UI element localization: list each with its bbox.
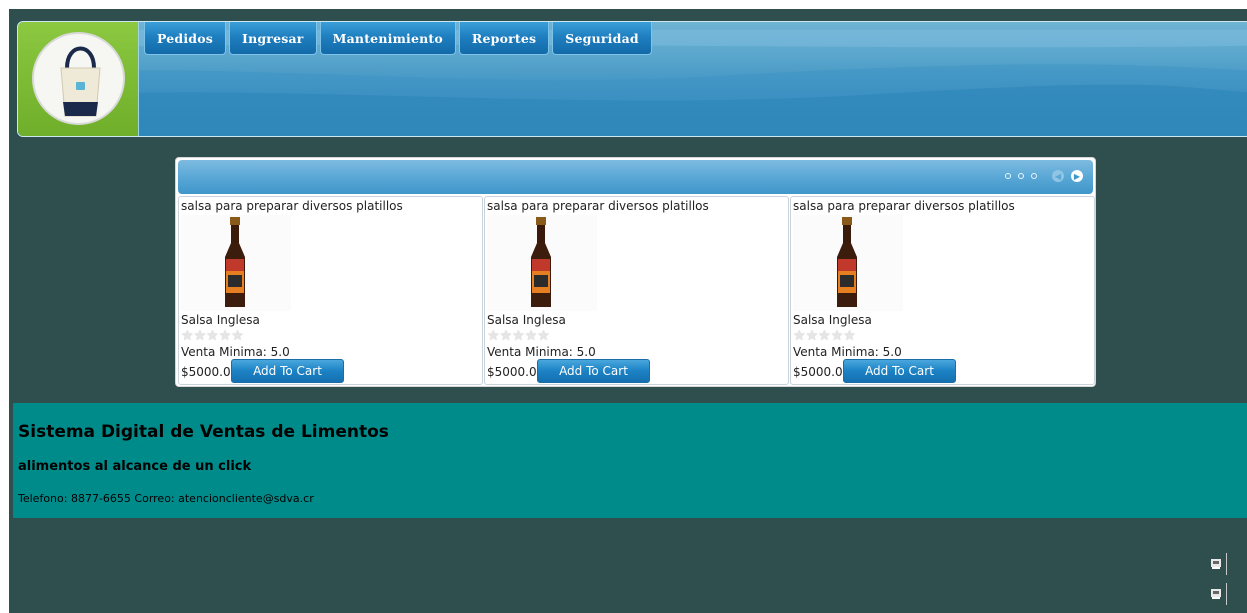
add-to-cart-button[interactable]: Add To Cart — [537, 359, 650, 383]
main-nav: Pedidos Ingresar Mantenimiento Reportes … — [144, 22, 652, 55]
pager-dot[interactable] — [1005, 173, 1011, 179]
star-icon[interactable]: ★ — [181, 329, 194, 343]
logo-panel — [18, 22, 139, 136]
rating-stars[interactable]: ★ ★ ★ ★ ★ — [487, 329, 550, 343]
product-card: salsa para preparar diversos platillos S… — [790, 196, 1095, 385]
minimum-sale: Venta Minima: 5.0 — [487, 345, 596, 359]
sauce-bottle-icon[interactable] — [181, 215, 291, 311]
minimum-sale: Venta Minima: 5.0 — [181, 345, 290, 359]
nav-item-mantenimiento[interactable]: Mantenimiento — [319, 22, 456, 55]
star-icon[interactable]: ★ — [512, 329, 525, 343]
star-icon[interactable]: ★ — [831, 329, 844, 343]
product-name: Salsa Inglesa — [793, 313, 872, 327]
product-name: Salsa Inglesa — [487, 313, 566, 327]
rating-stars[interactable]: ★ ★ ★ ★ ★ — [793, 329, 856, 343]
sauce-bottle-icon[interactable] — [793, 215, 903, 311]
carousel-pager: ◀ ▶ — [1005, 170, 1083, 182]
star-icon[interactable]: ★ — [537, 329, 550, 343]
nav-item-reportes[interactable]: Reportes — [458, 22, 550, 55]
site-tagline: alimentos al alcance de un click — [18, 459, 252, 474]
footer: Sistema Digital de Ventas de Limentos al… — [13, 403, 1247, 518]
product-price: $5000.0 — [793, 365, 843, 379]
product-description: salsa para preparar diversos platillos — [181, 199, 403, 213]
star-icon[interactable]: ★ — [206, 329, 219, 343]
star-icon[interactable]: ★ — [194, 329, 207, 343]
chevron-left-icon[interactable]: ◀ — [1052, 170, 1064, 182]
app-icon[interactable] — [1205, 553, 1227, 575]
star-icon[interactable]: ★ — [525, 329, 538, 343]
star-icon[interactable]: ★ — [500, 329, 513, 343]
star-icon[interactable]: ★ — [793, 329, 806, 343]
product-name: Salsa Inglesa — [181, 313, 260, 327]
add-to-cart-button[interactable]: Add To Cart — [231, 359, 344, 383]
page: Pedidos Ingresar Mantenimiento Reportes … — [9, 9, 1247, 613]
product-price: $5000.0 — [181, 365, 231, 379]
product-card: salsa para preparar diversos platillos S… — [484, 196, 789, 385]
product-description: salsa para preparar diversos platillos — [487, 199, 709, 213]
star-icon[interactable]: ★ — [806, 329, 819, 343]
carousel-header: ◀ ▶ — [178, 160, 1093, 194]
nav-item-seguridad[interactable]: Seguridad — [552, 22, 652, 55]
nav-item-ingresar[interactable]: Ingresar — [229, 22, 317, 55]
sauce-bottle-icon[interactable] — [487, 215, 597, 311]
star-icon[interactable]: ★ — [843, 329, 856, 343]
star-icon[interactable]: ★ — [818, 329, 831, 343]
star-icon[interactable]: ★ — [219, 329, 232, 343]
product-carousel: ◀ ▶ salsa para preparar diversos platill… — [175, 157, 1096, 387]
rating-stars[interactable]: ★ ★ ★ ★ ★ — [181, 329, 244, 343]
pager-dot[interactable] — [1018, 173, 1024, 179]
pager-dot[interactable] — [1031, 173, 1037, 179]
add-to-cart-button[interactable]: Add To Cart — [843, 359, 956, 383]
star-icon[interactable]: ★ — [487, 329, 500, 343]
star-icon[interactable]: ★ — [231, 329, 244, 343]
contact-info: Telefono: 8877-6655 Correo: atencionclie… — [18, 492, 314, 505]
minimum-sale: Venta Minima: 5.0 — [793, 345, 902, 359]
site-title: Sistema Digital de Ventas de Limentos — [18, 422, 389, 442]
product-card: salsa para preparar diversos platillos S… — [178, 196, 483, 385]
app-icon[interactable] — [1205, 583, 1227, 605]
product-description: salsa para preparar diversos platillos — [793, 199, 1015, 213]
nav-item-pedidos[interactable]: Pedidos — [144, 22, 227, 55]
chevron-right-icon[interactable]: ▶ — [1071, 170, 1083, 182]
product-price: $5000.0 — [487, 365, 537, 379]
tote-bag-icon[interactable] — [32, 32, 125, 125]
header-banner: Pedidos Ingresar Mantenimiento Reportes … — [17, 21, 1247, 137]
